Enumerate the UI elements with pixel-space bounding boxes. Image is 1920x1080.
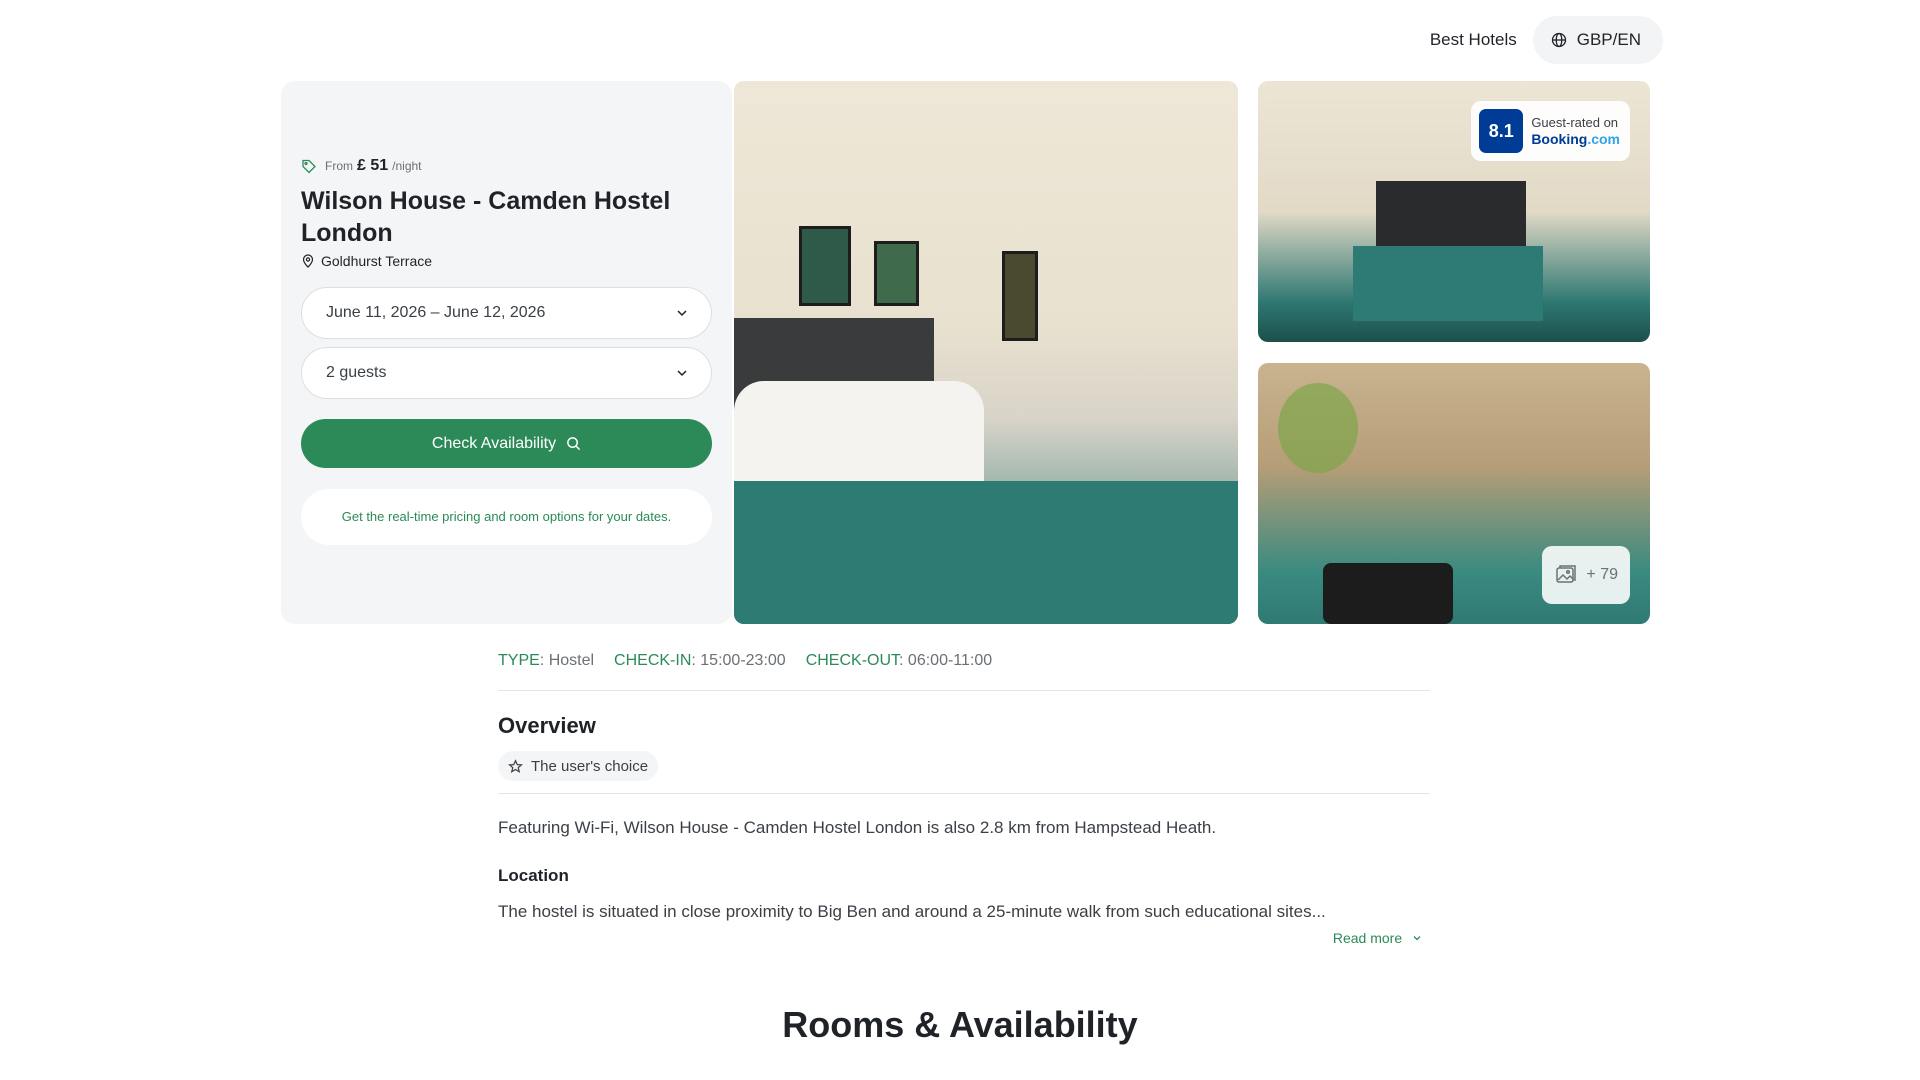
room-photo-3[interactable]: + 79 [1258, 363, 1650, 624]
location-description: The hostel is situated in close proximit… [498, 902, 1326, 921]
read-more-label: Read more [1332, 930, 1403, 946]
plant-leaves [1278, 383, 1358, 473]
type-key: TYPE [498, 652, 540, 669]
booking-logo-main: Booking [1531, 131, 1588, 147]
users-choice-chip: The user's choice [498, 751, 659, 781]
chevron-down-icon [677, 370, 687, 377]
currency-language-label: GBP/EN [1576, 30, 1641, 49]
globe-icon [1551, 32, 1566, 48]
booking-logo-suffix: .com [1587, 131, 1620, 147]
check-availability-label: Check Availability [431, 434, 557, 452]
users-choice-label: The user's choice [531, 757, 649, 775]
location-pin-icon [302, 254, 314, 268]
date-range-value: June 11, 2026 – June 12, 2026 [326, 304, 546, 321]
star-icon [508, 758, 523, 773]
search-icon [567, 437, 581, 451]
checkout-meta: CHECK-OUT: 06:00-11:00 [806, 652, 992, 670]
rating-caption: Guest-rated on [1531, 115, 1619, 130]
wall-art-frame [874, 241, 919, 306]
price-row: From £ 51 /night [301, 157, 712, 175]
hotel-name: Wilson House - Camden Hostel London [301, 187, 671, 247]
guests-select[interactable]: 2 guests [301, 347, 712, 399]
more-photos-button[interactable]: + 79 [1542, 546, 1630, 604]
rooms-availability-title: Rooms & Availability [782, 1004, 1138, 1045]
bed-blanket [734, 481, 1238, 624]
wall-art-frame [799, 226, 851, 306]
main-room-photo[interactable] [734, 81, 1238, 624]
location-title: Location [498, 866, 569, 885]
type-meta: TYPE: Hostel [498, 652, 594, 670]
guests-value: 2 guests [326, 364, 387, 381]
checkin-key: CHECK-IN [614, 652, 692, 669]
date-range-select[interactable]: June 11, 2026 – June 12, 2026 [301, 287, 712, 339]
booking-panel: From £ 51 /night Wilson House - Camden H… [281, 81, 732, 624]
chevron-down-icon [1413, 936, 1421, 941]
bed-blanket [1353, 246, 1543, 321]
rating-score: 8.1 [1479, 109, 1524, 153]
gallery-icon [1556, 565, 1577, 583]
checkout-key: CHECK-OUT [805, 652, 900, 669]
price-suffix: /night [392, 159, 422, 173]
checkout-value: : 06:00-11:00 [899, 652, 993, 669]
checkin-value: : 15:00-23:00 [691, 652, 786, 669]
pricing-note: Get the real-time pricing and room optio… [301, 489, 712, 545]
price-prefix: From [325, 159, 353, 173]
chevron-down-icon [677, 310, 687, 317]
overview-title: Overview [498, 713, 596, 738]
checkin-meta: CHECK-IN: 15:00-23:00 [614, 652, 786, 670]
more-photos-count: + 79 [1586, 566, 1618, 583]
type-value: : Hostel [539, 652, 595, 669]
bed-pillows [734, 381, 984, 491]
room-photo-2[interactable]: 8.1 Guest-rated on Booking.com [1258, 81, 1650, 342]
hero-section: From £ 51 /night Wilson House - Camden H… [281, 81, 1650, 624]
camera-prop [1323, 563, 1453, 624]
headboard [1376, 181, 1526, 251]
divider [498, 793, 1430, 794]
hotel-address: Goldhurst Terrace [321, 253, 433, 269]
address-row: Goldhurst Terrace [301, 253, 712, 269]
rating-text: Guest-rated on Booking.com [1531, 114, 1620, 148]
currency-language-button[interactable]: GBP/EN [1532, 16, 1663, 64]
top-nav: Best Hotels GBP/EN [1430, 16, 1663, 64]
read-more-link[interactable]: Read more [498, 930, 1430, 946]
best-hotels-link[interactable]: Best Hotels [1430, 30, 1517, 50]
rating-badge[interactable]: 8.1 Guest-rated on Booking.com [1471, 101, 1630, 161]
booking-logo: Booking.com [1531, 131, 1620, 148]
price-tag-icon [302, 159, 316, 174]
check-availability-button[interactable]: Check Availability [301, 419, 712, 468]
meta-row: TYPE: Hostel CHECK-IN: 15:00-23:00 CHECK… [498, 652, 1430, 691]
hotel-info: TYPE: Hostel CHECK-IN: 15:00-23:00 CHECK… [498, 652, 1430, 946]
wall-art-frame [1002, 251, 1038, 341]
price-amount: £ 51 [357, 157, 389, 174]
overview-description: Featuring Wi-Fi, Wilson House - Camden H… [498, 818, 1217, 837]
